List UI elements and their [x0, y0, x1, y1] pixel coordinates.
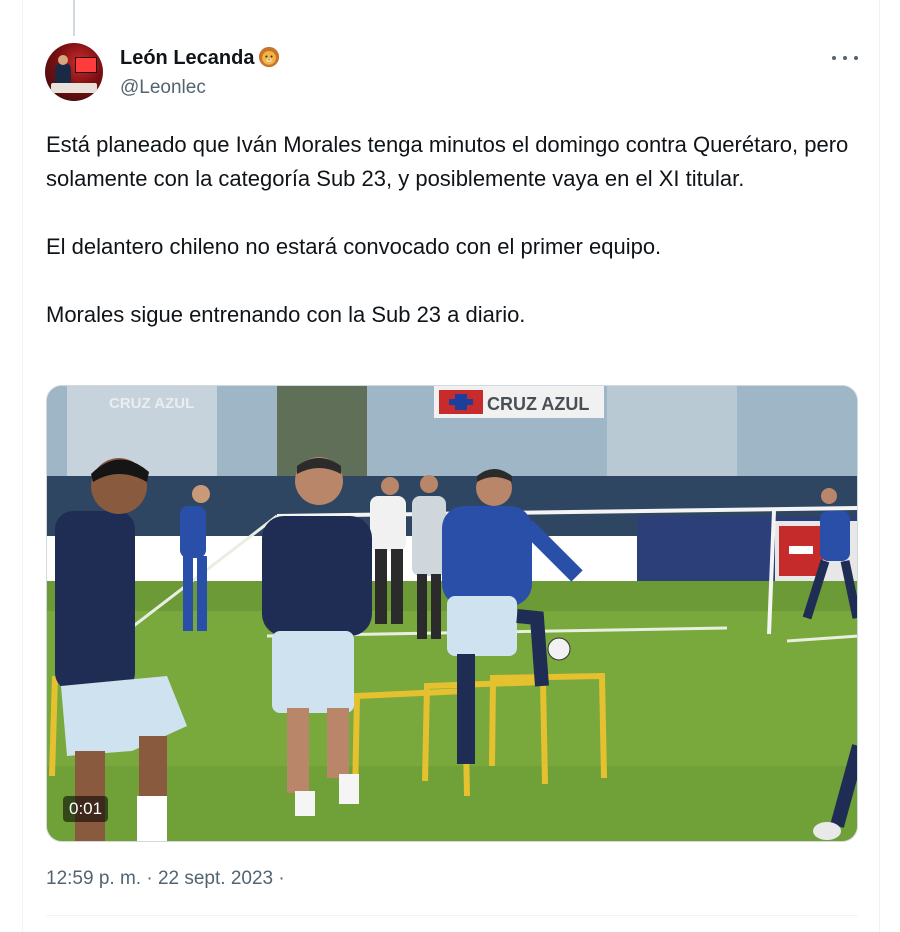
more-dot: [832, 56, 836, 60]
avatar-person: [55, 63, 71, 85]
tweet-paragraph: El delantero chileno no estará convocado…: [46, 234, 662, 259]
author-handle[interactable]: @Leonlec: [120, 76, 206, 100]
more-dot: [843, 56, 847, 60]
tweet-paragraph: Morales sigue entrenando con la Sub 23 a…: [46, 302, 526, 327]
more-horizontal-icon[interactable]: [832, 48, 858, 68]
author-display-name[interactable]: León Lecanda: [120, 47, 254, 69]
avatar-head: [58, 55, 68, 65]
thread-connector-line: [73, 0, 75, 36]
wall-text-left: CRUZ AZUL: [109, 395, 194, 412]
tweet-text: Está planeado que Iván Morales tenga min…: [46, 128, 861, 366]
tweet-video[interactable]: CRUZ AZUL CRUZ AZUL: [46, 385, 858, 842]
tweet-timestamp[interactable]: 12:59 p. m. · 22 sept. 2023 ·: [46, 867, 285, 891]
avatar-desk: [51, 83, 97, 93]
author-name-row[interactable]: León Lecanda: [120, 46, 280, 70]
video-elapsed-time: 0:01: [63, 796, 109, 822]
lion-face-icon: [259, 46, 280, 68]
divider: [46, 915, 858, 916]
avatar-screen: [75, 57, 97, 73]
more-dot: [854, 56, 858, 60]
previous-tweet-actions: [0, 0, 900, 4]
video-frame: CRUZ AZUL CRUZ AZUL: [47, 386, 857, 841]
author-avatar[interactable]: [45, 43, 103, 101]
tweet-paragraph: Está planeado que Iván Morales tenga min…: [46, 132, 855, 191]
banner-text: CRUZ AZUL: [487, 394, 589, 414]
